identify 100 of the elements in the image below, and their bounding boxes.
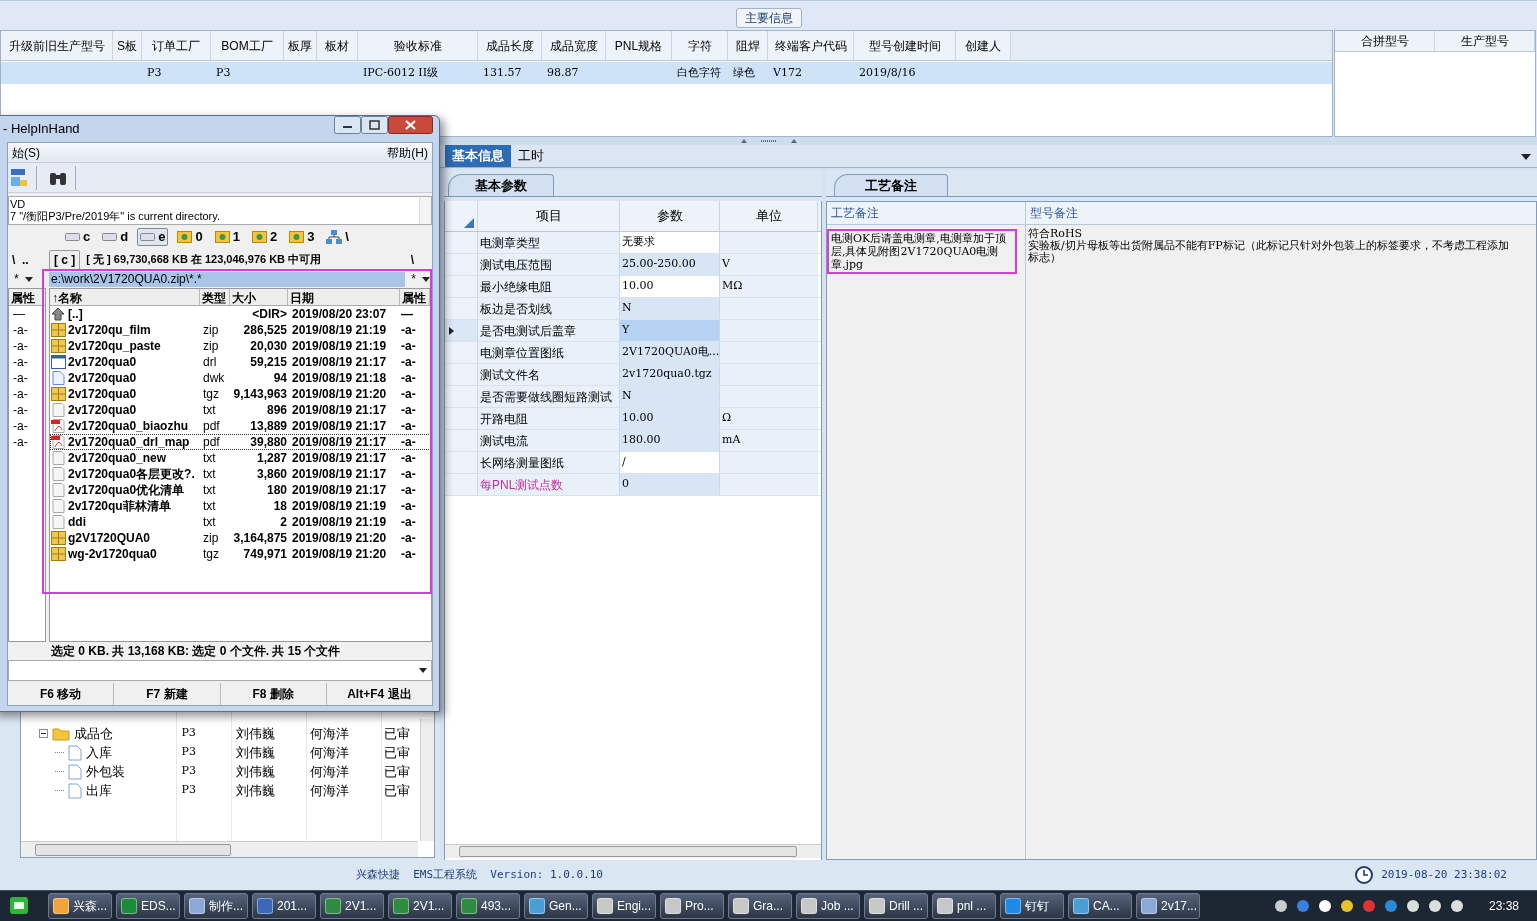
table-cell[interactable]: N bbox=[620, 298, 720, 319]
column-header[interactable]: ↑名称 bbox=[50, 289, 200, 305]
table-row[interactable]: 长网络测量图纸 / bbox=[445, 452, 821, 474]
file-row[interactable]: 2v1720qua0优化清单 txt 180 2019/08/19 21:17 -a- bbox=[50, 482, 431, 498]
scrollbar[interactable] bbox=[420, 719, 434, 841]
table-row[interactable]: 测试电流 180.00 mA bbox=[445, 430, 821, 452]
file-row[interactable]: 2v1720qua0_new txt 1,287 2019/08/19 21:17 -a- bbox=[50, 450, 431, 466]
scroll-thumb[interactable] bbox=[35, 843, 231, 856]
file-row[interactable]: 2v1720qua0各层更改?. txt 3,860 2019/08/19 21:17 -a- bbox=[50, 466, 431, 482]
nav-label[interactable]: \ .. bbox=[8, 249, 46, 270]
table-cell[interactable]: 0 bbox=[620, 474, 720, 495]
drive-button[interactable]: 2 bbox=[248, 228, 281, 246]
tree-item[interactable]: 入库 bbox=[86, 742, 112, 763]
tree-item[interactable]: 出库 bbox=[86, 780, 112, 801]
table-cell[interactable]: / bbox=[620, 452, 720, 473]
table-row[interactable]: 电测章类型 无要求 bbox=[445, 232, 821, 254]
taskbar-button[interactable]: 201... bbox=[252, 893, 316, 919]
file-row[interactable]: 2v1720qua0_biaozhu pdf 13,889 2019/08/19 21:17 -a- bbox=[50, 418, 431, 434]
tab[interactable]: 工时 bbox=[511, 145, 551, 167]
file-row[interactable]: ddi txt 2 2019/08/19 21:19 -a- bbox=[50, 514, 431, 530]
scroll-thumb[interactable] bbox=[459, 846, 797, 857]
tray-icon[interactable] bbox=[1338, 898, 1355, 914]
panel-tab[interactable]: 基本参数 bbox=[448, 174, 554, 196]
column-header[interactable]: 成品宽度 bbox=[542, 31, 606, 60]
taskbar-button[interactable]: Drill ... bbox=[864, 893, 928, 919]
taskbar-button[interactable]: EDS... bbox=[116, 893, 180, 919]
drive-button[interactable]: \ bbox=[323, 228, 352, 246]
file-row[interactable]: 2v1720qu菲林清单 txt 18 2019/08/19 21:19 -a- bbox=[50, 498, 431, 514]
table-row[interactable]: 是否需要做线圈短路测试 N bbox=[445, 386, 821, 408]
table-row[interactable]: P3 P3 IPC-6012 II级 131.57 98.87 白色字符 绿色 V172 2019/8/16 bbox=[1, 62, 1332, 84]
column-header[interactable]: 验收标准 bbox=[358, 31, 478, 60]
dropdown-arrow-icon[interactable] bbox=[422, 276, 430, 282]
column-header[interactable]: 日期 bbox=[288, 289, 400, 305]
column-header[interactable]: 终端客户代码 bbox=[768, 31, 854, 60]
drive-button[interactable]: d bbox=[99, 228, 132, 246]
function-key-button[interactable]: F6 移动 bbox=[8, 683, 114, 705]
table-row[interactable]: 开路电阻 10.00 Ω bbox=[445, 408, 821, 430]
table-cell[interactable]: 2v1720qua0.tgz bbox=[620, 364, 720, 385]
taskbar-button[interactable]: Gen... bbox=[524, 893, 588, 919]
taskbar-button[interactable]: Engi... bbox=[592, 893, 656, 919]
filter-label[interactable]: * bbox=[411, 270, 416, 288]
table-row[interactable]: 每PNL测试点数 0 bbox=[445, 474, 821, 496]
collapse-icon[interactable] bbox=[39, 729, 48, 738]
column-header[interactable]: 工艺备注 bbox=[827, 202, 1025, 225]
minimize-button[interactable] bbox=[334, 116, 361, 134]
table-row[interactable]: 测试文件名 2v1720qua0.tgz bbox=[445, 364, 821, 386]
column-header[interactable]: 类型 bbox=[200, 289, 230, 305]
drive-button[interactable]: 3 bbox=[286, 228, 318, 246]
drive-button[interactable]: c bbox=[62, 228, 94, 246]
taskbar-button[interactable]: 2V1... bbox=[388, 893, 452, 919]
splitter-grip[interactable] bbox=[738, 138, 799, 144]
column-header[interactable]: PNL规格 bbox=[606, 31, 672, 60]
table-cell[interactable]: Y bbox=[620, 320, 720, 341]
taskbar-button[interactable]: 493... bbox=[456, 893, 520, 919]
dropdown-arrow-icon[interactable] bbox=[419, 668, 427, 673]
scrollbar[interactable] bbox=[445, 844, 821, 858]
path-field[interactable]: e:\work\2V1720QUA0.zip\*.* bbox=[49, 271, 406, 287]
taskbar-button[interactable]: 2V1... bbox=[320, 893, 384, 919]
panel-tab[interactable]: 工艺备注 bbox=[834, 174, 948, 196]
tray-icon[interactable] bbox=[1382, 898, 1399, 914]
column-header[interactable]: 合拼型号 bbox=[1335, 31, 1435, 51]
function-key-button[interactable]: Alt+F4 退出 bbox=[325, 683, 432, 705]
table-row[interactable]: 是否电测试后盖章 Y bbox=[445, 320, 821, 342]
file-row[interactable]: 2v1720qua0 tgz 9,143,963 2019/08/19 21:20 -a- bbox=[50, 386, 431, 402]
maximize-button[interactable] bbox=[361, 116, 388, 134]
taskbar-button[interactable]: 兴森... bbox=[48, 893, 112, 919]
taskbar-button[interactable]: 制作... bbox=[184, 893, 248, 919]
taskbar-button[interactable]: Pro... bbox=[660, 893, 724, 919]
file-row[interactable]: 2v1720qua0 dwk 94 2019/08/19 21:18 -a- bbox=[50, 370, 431, 386]
column-header[interactable]: S板 bbox=[113, 31, 142, 60]
table-cell[interactable]: 25.00-250.00 bbox=[620, 254, 720, 275]
table-cell[interactable]: N bbox=[620, 386, 720, 407]
column-header[interactable]: 属性 bbox=[9, 289, 45, 306]
column-header[interactable]: 生产型号 bbox=[1435, 31, 1535, 51]
column-header[interactable]: 型号创建时间 bbox=[854, 31, 956, 60]
file-row[interactable]: [..] <DIR> 2019/08/20 23:07 — bbox=[50, 306, 431, 322]
file-row[interactable]: g2V1720QUA0 zip 3,164,875 2019/08/19 21:20 -a- bbox=[50, 530, 431, 546]
file-row[interactable]: 2v1720qu_paste zip 20,030 2019/08/19 21:19 -a- bbox=[50, 338, 431, 354]
scrollbar[interactable] bbox=[21, 841, 418, 857]
taskbar-button[interactable]: 2v17... bbox=[1136, 893, 1200, 919]
tree-item[interactable]: 成品仓 bbox=[74, 723, 113, 744]
column-header[interactable]: 板材 bbox=[317, 31, 358, 60]
function-key-button[interactable]: F8 删除 bbox=[219, 683, 326, 705]
column-header[interactable]: 属性 bbox=[400, 289, 430, 305]
drive-button[interactable]: 1 bbox=[211, 228, 243, 246]
column-header[interactable]: 板厚 bbox=[284, 31, 317, 60]
table-row[interactable]: 板边是否划线 N bbox=[445, 298, 821, 320]
column-header[interactable]: 阻焊 bbox=[728, 31, 768, 60]
nav-label[interactable]: \ bbox=[410, 250, 432, 269]
tree-item[interactable]: 外包装 bbox=[86, 761, 125, 782]
file-row[interactable]: 2v1720qu_film zip 286,525 2019/08/19 21:19 -a- bbox=[50, 322, 431, 338]
table-cell[interactable]: 180.00 bbox=[620, 430, 720, 451]
table-cell[interactable]: 10.00 bbox=[620, 408, 720, 429]
command-field[interactable] bbox=[8, 660, 432, 681]
column-header[interactable]: BOM工厂 bbox=[211, 31, 284, 60]
column-header[interactable]: 大小 bbox=[230, 289, 288, 305]
taskbar-button[interactable]: 钉钉 bbox=[1000, 893, 1064, 919]
column-header[interactable]: 成品长度 bbox=[478, 31, 542, 60]
menu-item[interactable]: 始(S) bbox=[12, 143, 40, 162]
dropdown-arrow-icon[interactable] bbox=[1521, 154, 1531, 160]
